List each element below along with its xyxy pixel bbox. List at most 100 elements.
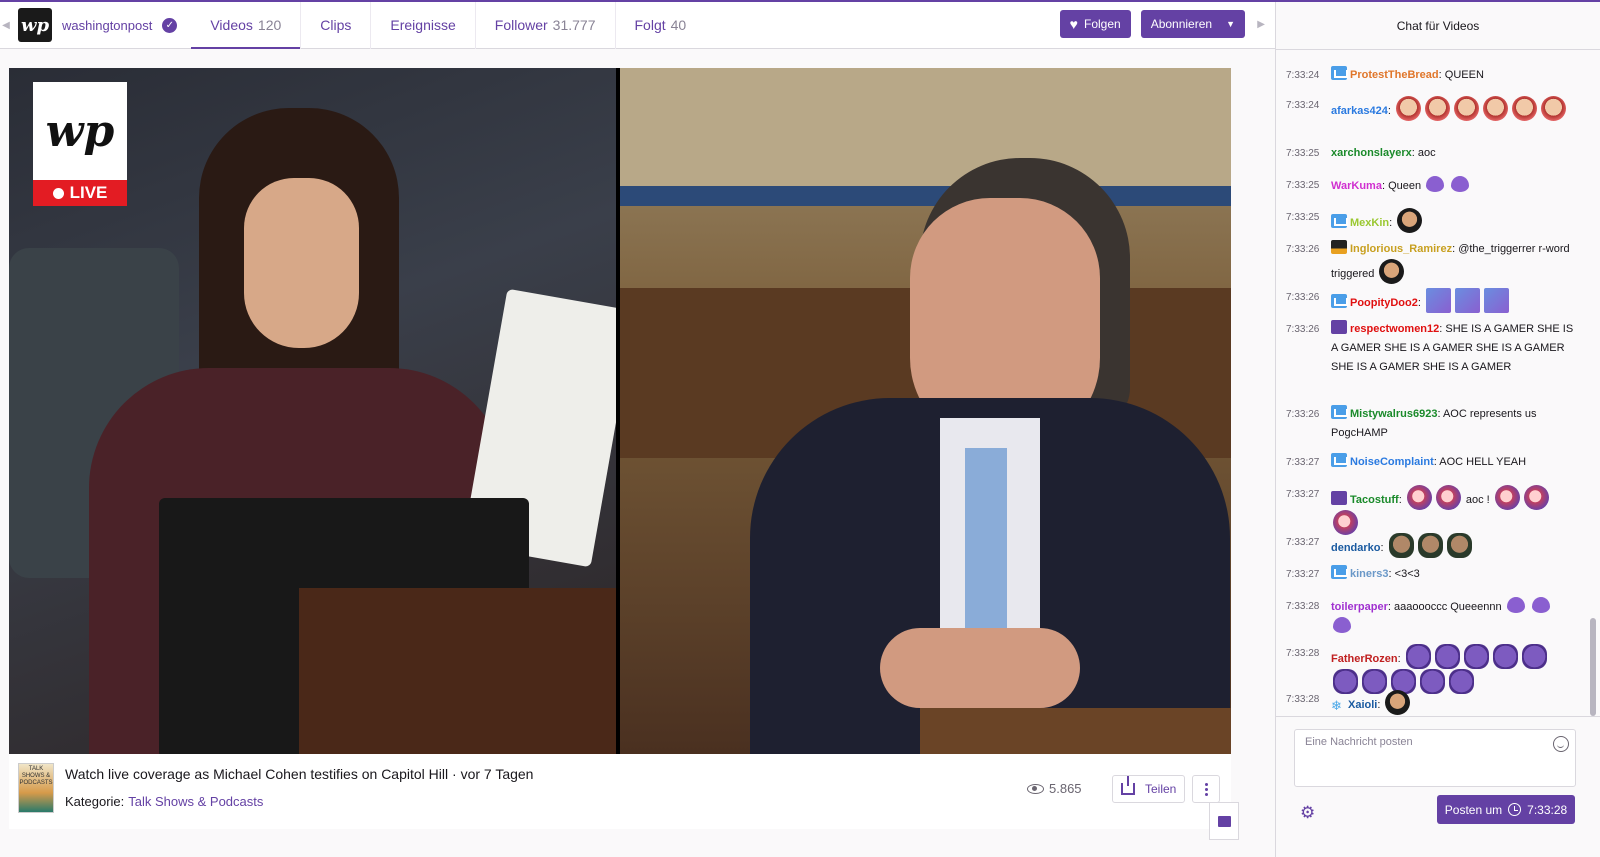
emote-icon [1494, 485, 1520, 510]
message-time: 7:33:24 [1286, 70, 1320, 81]
tab-label: Folgt [634, 17, 666, 33]
message-body: ProtestTheBread: QUEEN [1331, 66, 1576, 85]
emote-icon [1425, 96, 1451, 121]
post-button[interactable]: Posten um 7:33:28 [1437, 795, 1575, 824]
emote-icon [1385, 690, 1411, 715]
chat-scrollbar[interactable] [1590, 50, 1596, 716]
chat-message: 7:33:28 ❄ Xaioli: [1286, 690, 1576, 715]
emote-icon [1425, 288, 1451, 313]
scroll-right-icon[interactable]: ▶ [1257, 19, 1265, 30]
wp-logo-icon: wp [45, 105, 115, 157]
purple-heart-emote-icon [1333, 617, 1351, 633]
chat-message: 7:33:28 FatherRozen: [1286, 644, 1576, 694]
username[interactable]: Tacostuff [1350, 494, 1399, 506]
username[interactable]: MexKin [1350, 217, 1389, 229]
username[interactable]: toilerpaper [1331, 601, 1388, 613]
prime-badge-icon [1331, 320, 1347, 334]
video-info-bar: TALK SHOWS & PODCASTS Watch live coverag… [9, 754, 1231, 829]
tab-following[interactable]: Folgt 40 [616, 2, 706, 49]
share-button[interactable]: Teilen [1112, 775, 1186, 803]
username[interactable]: Inglorious_Ramirez [1350, 243, 1452, 255]
emote-icon [1541, 96, 1567, 121]
video-player[interactable]: wp LIVE [9, 68, 1231, 754]
message-body: Tacostuff: aoc ! [1331, 485, 1576, 535]
chat-message: 7:33:26 Mistywalrus6923: AOC represents u… [1286, 405, 1576, 443]
username[interactable]: FatherRozen [1331, 653, 1398, 665]
emote-icon [1434, 644, 1460, 669]
message-body: kiners3: <3<3 [1331, 565, 1576, 584]
emote-icon [1406, 485, 1432, 510]
message-text: aoc [1417, 147, 1436, 159]
message-text: AOC HELL YEAH [1439, 456, 1527, 468]
follow-button[interactable]: ♥ Folgen [1059, 10, 1131, 38]
username[interactable]: xarchonslayerx [1331, 147, 1412, 159]
chat-message: 7:33:27 Tacostuff: aoc ! [1286, 485, 1576, 535]
emote-icon [1483, 288, 1509, 313]
chat-message: 7:33:27 NoiseComplaint: AOC HELL YEAH [1286, 453, 1576, 472]
emote-picker-icon[interactable] [1553, 736, 1569, 752]
username[interactable]: afarkas424 [1331, 105, 1388, 117]
category-link[interactable]: Talk Shows & Podcasts [128, 794, 263, 809]
message-body: toilerpaper: aaaoooccc Queeennn [1331, 597, 1576, 637]
subscribe-button[interactable]: Abonnieren ▼ [1140, 10, 1245, 38]
prime-badge-icon [1331, 491, 1347, 505]
channel-header: ◀ wp washingtonpost ✓ Videos 120 Clips Er… [0, 1, 1275, 49]
video-pane-right [620, 68, 1231, 754]
message-body: ❄ Xaioli: [1331, 690, 1576, 715]
username[interactable]: Xaioli [1348, 699, 1377, 711]
purple-heart-emote-icon [1531, 597, 1550, 613]
username[interactable]: dendarko [1331, 542, 1381, 554]
emote-icon [1454, 288, 1480, 313]
username[interactable]: PoopityDoo2 [1350, 297, 1418, 309]
chat-message-input[interactable]: Eine Nachricht posten [1294, 729, 1576, 787]
emote-icon [1521, 644, 1547, 669]
follow-label: Folgen [1083, 17, 1121, 31]
username[interactable]: NoiseComplaint [1350, 456, 1434, 468]
wall-stripe [620, 186, 1231, 206]
tab-events[interactable]: Ereignisse [371, 1, 476, 49]
message-text: aaaoooccc Queeennn [1393, 601, 1502, 613]
gear-icon[interactable]: ⚙ [1300, 803, 1315, 823]
tab-videos[interactable]: Videos 120 [191, 1, 302, 49]
subscriber-badge-icon [1331, 453, 1348, 467]
message-time: 7:33:25 [1286, 148, 1320, 159]
tab-clips[interactable]: Clips [301, 1, 372, 49]
chat-toggle-button[interactable] [1209, 802, 1239, 840]
scroll-left-icon[interactable]: ◀ [0, 2, 12, 49]
username[interactable]: respectwomen12 [1350, 323, 1439, 335]
share-icon [1121, 776, 1135, 795]
message-body: Inglorious_Ramirez: @the_triggerrer r-wo… [1331, 240, 1576, 284]
tab-label: Ereignisse [390, 17, 456, 33]
tab-followers[interactable]: Follower 31.777 [476, 1, 616, 49]
chat-message: 7:33:27 kiners3: <3<3 [1286, 565, 1576, 584]
category-thumbnail[interactable]: TALK SHOWS & PODCASTS [18, 763, 54, 813]
chat-scrollbar-thumb[interactable] [1590, 618, 1596, 716]
message-time: 7:33:28 [1286, 601, 1320, 612]
username[interactable]: kiners3 [1350, 568, 1389, 580]
clock-icon [1508, 803, 1522, 816]
chat-input-placeholder: Eine Nachricht posten [1305, 736, 1413, 748]
post-label: Posten um [1444, 802, 1503, 817]
username[interactable]: WarKuma [1331, 180, 1382, 192]
heart-icon: ♥ [1069, 16, 1078, 32]
message-body: PoopityDoo2: [1331, 288, 1576, 313]
subscriber-badge-icon [1331, 66, 1348, 80]
tab-count: 31.777 [552, 17, 596, 33]
chat-message: 7:33:25 xarchonslayerx: aoc [1286, 144, 1576, 163]
channel-avatar[interactable]: wp [18, 8, 52, 42]
more-options-button[interactable] [1192, 775, 1220, 803]
message-time: 7:33:24 [1286, 100, 1320, 111]
tab-count: 120 [257, 17, 282, 33]
channel-name[interactable]: washingtonpost [62, 18, 152, 33]
category-line: Kategorie: Talk Shows & Podcasts [65, 794, 263, 809]
username[interactable]: Mistywalrus6923 [1350, 408, 1437, 420]
view-count: 5.865 [1027, 781, 1082, 796]
message-body: WarKuma: Queen [1331, 176, 1576, 196]
desk-shape-2 [920, 708, 1231, 754]
chevron-down-icon: ▼ [1226, 19, 1235, 29]
category-label: Kategorie: [65, 794, 125, 809]
chat-message-list[interactable]: 7:33:24 ProtestTheBread: QUEEN 7:33:24 afa… [1276, 50, 1586, 716]
message-text: <3<3 [1394, 568, 1420, 580]
dot-icon [1204, 792, 1208, 796]
username[interactable]: ProtestTheBread [1350, 69, 1439, 81]
